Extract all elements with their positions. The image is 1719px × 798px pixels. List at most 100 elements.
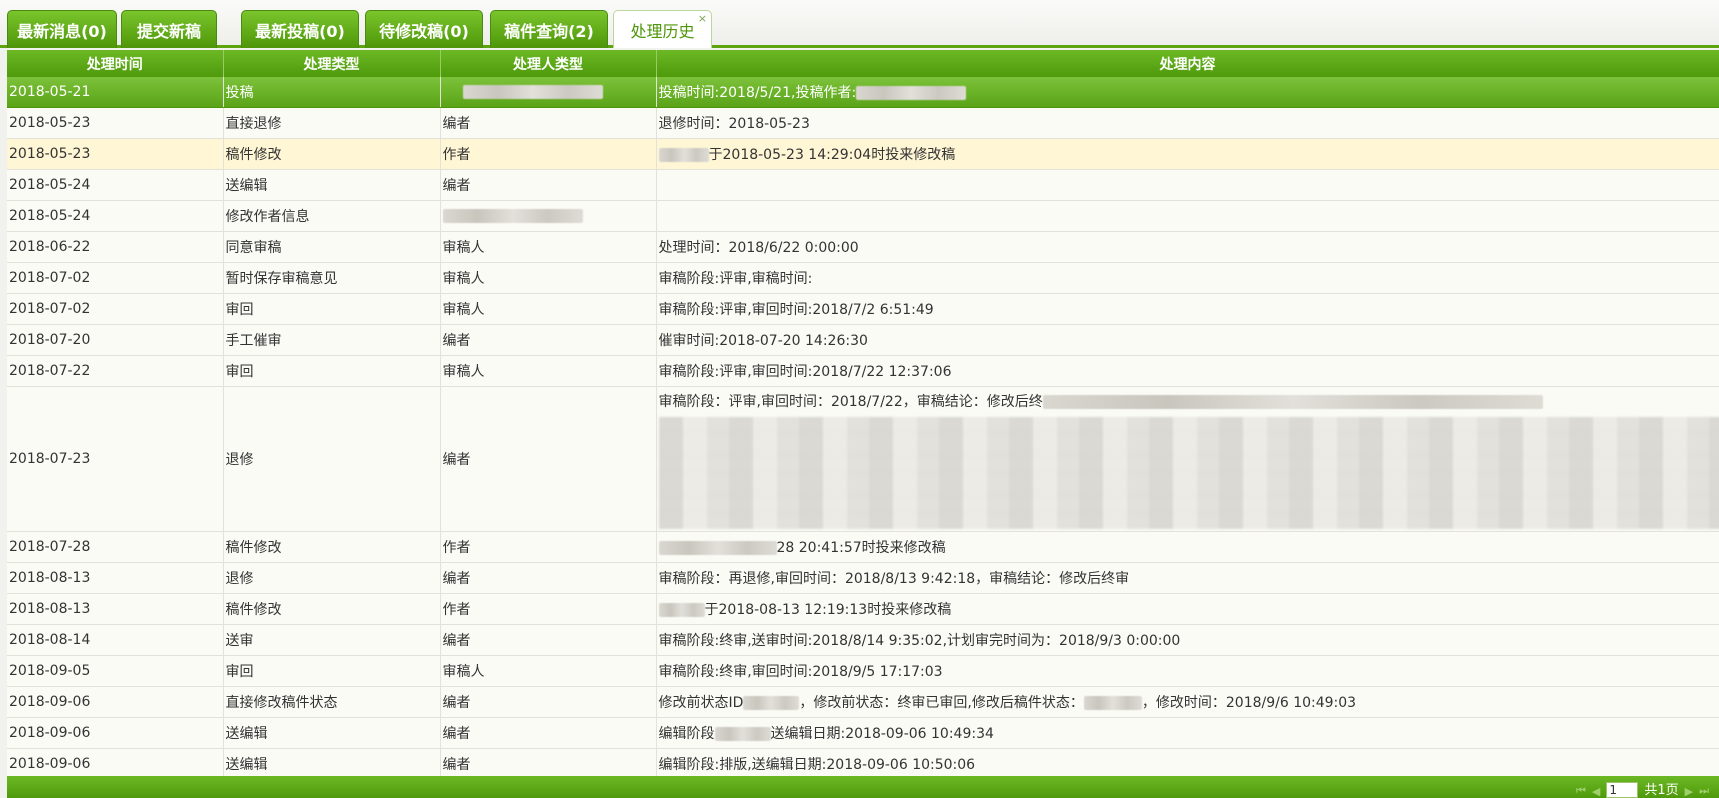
cell-time: 2018-07-22 <box>7 355 224 387</box>
cell-time: 2018-08-13 <box>7 562 224 594</box>
cell-type: 送编辑 <box>223 748 441 776</box>
table-row[interactable]: 2018-09-06 送编辑 编者 编辑阶段:排版,送编辑日期:2018-09-… <box>7 748 1719 776</box>
next-page-icon[interactable]: ▶ <box>1685 785 1693 798</box>
cell-handler-type: 审稿人 <box>440 262 657 294</box>
cell-type: 审回 <box>223 655 441 687</box>
table-row[interactable]: 2018-07-20 手工催审 编者 催审时间:2018-07-20 14:26… <box>7 324 1719 356</box>
table-row[interactable]: 2018-08-13 退修 编者 审稿阶段：再退修,审回时间：2018/8/13… <box>7 562 1719 594</box>
cell-content-text: 审稿阶段：评审,审回时间：2018/7/22，审稿结论：修改后终 <box>658 394 1043 410</box>
cell-content: 于2018-05-23 14:29:04时投来修改稿 <box>656 138 1719 170</box>
cell-time: 2018-06-22 <box>7 231 224 263</box>
table-row[interactable]: 2018-05-24 修改作者信息 <box>7 200 1719 232</box>
cell-content: 处理时间：2018/6/22 0:00:00 <box>656 231 1719 263</box>
table-row[interactable]: 2018-09-06 送编辑 编者 编辑阶段 送编辑日期:2018-09-06 1… <box>7 717 1719 749</box>
column-header-time[interactable]: 处理时间 <box>7 50 224 77</box>
table-row[interactable]: 2018-07-02 暂时保存审稿意见 审稿人 审稿阶段:评审,审稿时间: <box>7 262 1719 294</box>
cell-content: 修改前状态ID ，修改前状态：终审已审回,修改后稿件状态： ，修改时间：2018/9… <box>656 686 1719 718</box>
cell-handler-type: 编者 <box>440 324 657 356</box>
cell-handler-type <box>440 200 657 232</box>
cell-content <box>656 169 1719 201</box>
cell-content-text: 投稿时间:2018/5/21,投稿作者: <box>658 85 857 101</box>
tab-bar: 最新消息(0) 提交新稿 最新投稿(0) 待修改稿(0) 稿件查询(2) 处理历… <box>0 0 1719 48</box>
close-icon[interactable]: × <box>698 13 707 24</box>
cell-content: 审稿阶段：再退修,审回时间：2018/8/13 9:42:18，审稿结论：修改后… <box>656 562 1719 594</box>
cell-handler-type: 审稿人 <box>440 231 657 263</box>
cell-content-text: 于2018-08-13 12:19:13时投来修改稿 <box>704 602 952 618</box>
cell-handler-type: 编者 <box>440 562 657 594</box>
cell-time: 2018-07-02 <box>7 262 224 294</box>
cell-type: 投稿 <box>223 77 441 108</box>
table-row[interactable]: 2018-09-06 直接修改稿件状态 编者 修改前状态ID ，修改前状态：终审已… <box>7 686 1719 718</box>
cell-content: 催审时间:2018-07-20 14:26:30 <box>656 324 1719 356</box>
cell-time: 2018-09-06 <box>7 686 224 718</box>
column-header-content[interactable]: 处理内容 <box>656 50 1719 77</box>
cell-type: 稿件修改 <box>223 593 441 625</box>
table-row[interactable]: 2018-06-22 同意审稿 审稿人 处理时间：2018/6/22 0:00:… <box>7 231 1719 263</box>
table-row[interactable]: 2018-08-14 送审 编者 审稿阶段:终审,送审时间:2018/8/14 … <box>7 624 1719 656</box>
cell-handler-type: 编者 <box>440 624 657 656</box>
cell-content-text: 于2018-05-23 14:29:04时投来修改稿 <box>708 147 956 163</box>
table-row[interactable]: 2018-09-05 审回 审稿人 审稿阶段:终审,审回时间:2018/9/5 … <box>7 655 1719 687</box>
cell-content: 审稿阶段:评审,审回时间:2018/7/2 6:51:49 <box>656 293 1719 325</box>
tab-pending-revisions[interactable]: 待修改稿(0) <box>365 10 483 48</box>
cell-content: 于2018-08-13 12:19:13时投来修改稿 <box>656 593 1719 625</box>
tab-label: 最新消息(0) <box>17 21 107 41</box>
cell-handler-type: 编者 <box>440 386 657 532</box>
cell-content: 投稿时间:2018/5/21,投稿作者: <box>656 77 1719 108</box>
redacted-text <box>658 541 777 555</box>
cell-content: 编辑阶段 送编辑日期:2018-09-06 10:49:34 <box>656 717 1719 749</box>
table-row[interactable]: 2018-07-22 审回 审稿人 审稿阶段:评审,审回时间:2018/7/22… <box>7 355 1719 387</box>
table-row[interactable]: 2018-05-23 直接退修 编者 退修时间：2018-05-23 <box>7 107 1719 139</box>
column-header-handler-type[interactable]: 处理人类型 <box>440 50 657 77</box>
page-number-input[interactable] <box>1606 782 1639 798</box>
redacted-text <box>442 209 583 223</box>
tab-latest-submissions[interactable]: 最新投稿(0) <box>241 10 359 48</box>
cell-content <box>656 200 1719 232</box>
redacted-text <box>658 603 705 617</box>
cell-time: 2018-05-24 <box>7 169 224 201</box>
cell-handler-type: 编者 <box>440 748 657 776</box>
tab-manuscript-query[interactable]: 稿件查询(2) <box>490 10 608 48</box>
cell-type: 审回 <box>223 355 441 387</box>
cell-time: 2018-07-28 <box>7 531 224 563</box>
table-row[interactable]: 2018-08-13 稿件修改 作者 于2018-08-13 12:19:13时… <box>7 593 1719 625</box>
tab-processing-history[interactable]: 处理历史 × <box>613 10 712 48</box>
cell-handler-type: 编者 <box>440 107 657 139</box>
cell-content: 审稿阶段:评审,审稿时间: <box>656 262 1719 294</box>
cell-type: 直接退修 <box>223 107 441 139</box>
tab-submit-new[interactable]: 提交新稿 <box>121 10 217 48</box>
prev-page-icon[interactable]: ◀ <box>1592 785 1600 798</box>
tab-label: 最新投稿(0) <box>255 21 345 41</box>
table-row[interactable]: 2018-05-21 投稿 投稿时间:2018/5/21,投稿作者: <box>7 77 1719 108</box>
cell-type: 修改作者信息 <box>223 200 441 232</box>
tab-latest-messages[interactable]: 最新消息(0) <box>7 10 117 48</box>
cell-time: 2018-05-24 <box>7 200 224 232</box>
cell-type: 送编辑 <box>223 169 441 201</box>
history-table: 处理时间 处理类型 处理人类型 处理内容 2018-05-21 投稿 投稿时间:… <box>7 50 1719 776</box>
column-header-type[interactable]: 处理类型 <box>223 50 441 77</box>
table-row[interactable]: 2018-07-23 退修 编者 审稿阶段：评审,审回时间：2018/7/22，… <box>7 386 1719 532</box>
table-row[interactable]: 2018-07-28 稿件修改 作者 28 20:41:57时投来修改稿 <box>7 531 1719 563</box>
table-row[interactable]: 2018-05-23 稿件修改 作者 于2018-05-23 14:29:04时… <box>7 138 1719 170</box>
cell-handler-type: 编者 <box>440 169 657 201</box>
cell-content: 审稿阶段:终审,送审时间:2018/8/14 9:35:02,计划审完时间为：2… <box>656 624 1719 656</box>
history-grid: 处理时间 处理类型 处理人类型 处理内容 2018-05-21 投稿 投稿时间:… <box>7 50 1719 776</box>
cell-content: 审稿阶段:终审,审回时间:2018/9/5 17:17:03 <box>656 655 1719 687</box>
cell-handler-type: 编者 <box>440 686 657 718</box>
first-page-icon[interactable]: ⏮ <box>1576 784 1586 798</box>
cell-time: 2018-09-06 <box>7 717 224 749</box>
cell-content-text: ，修改前状态：终审已审回,修改后稿件状态： <box>799 695 1084 711</box>
cell-type: 退修 <box>223 562 441 594</box>
cell-time: 2018-05-23 <box>7 107 224 139</box>
table-row[interactable]: 2018-07-02 审回 审稿人 审稿阶段:评审,审回时间:2018/7/2 … <box>7 293 1719 325</box>
cell-time: 2018-05-21 <box>7 77 224 108</box>
pagination-bar: ⏮ ◀ 共1页 ▶ ⏭ <box>7 776 1719 798</box>
cell-time: 2018-07-02 <box>7 293 224 325</box>
table-row[interactable]: 2018-05-24 送编辑 编者 <box>7 169 1719 201</box>
tab-label: 提交新稿 <box>136 21 201 41</box>
cell-type: 送审 <box>223 624 441 656</box>
cell-content: 退修时间：2018-05-23 <box>656 107 1719 139</box>
cell-handler-type: 作者 <box>440 138 657 170</box>
last-page-icon[interactable]: ⏭ <box>1699 784 1709 798</box>
cell-content-text: 28 20:41:57时投来修改稿 <box>776 540 946 556</box>
